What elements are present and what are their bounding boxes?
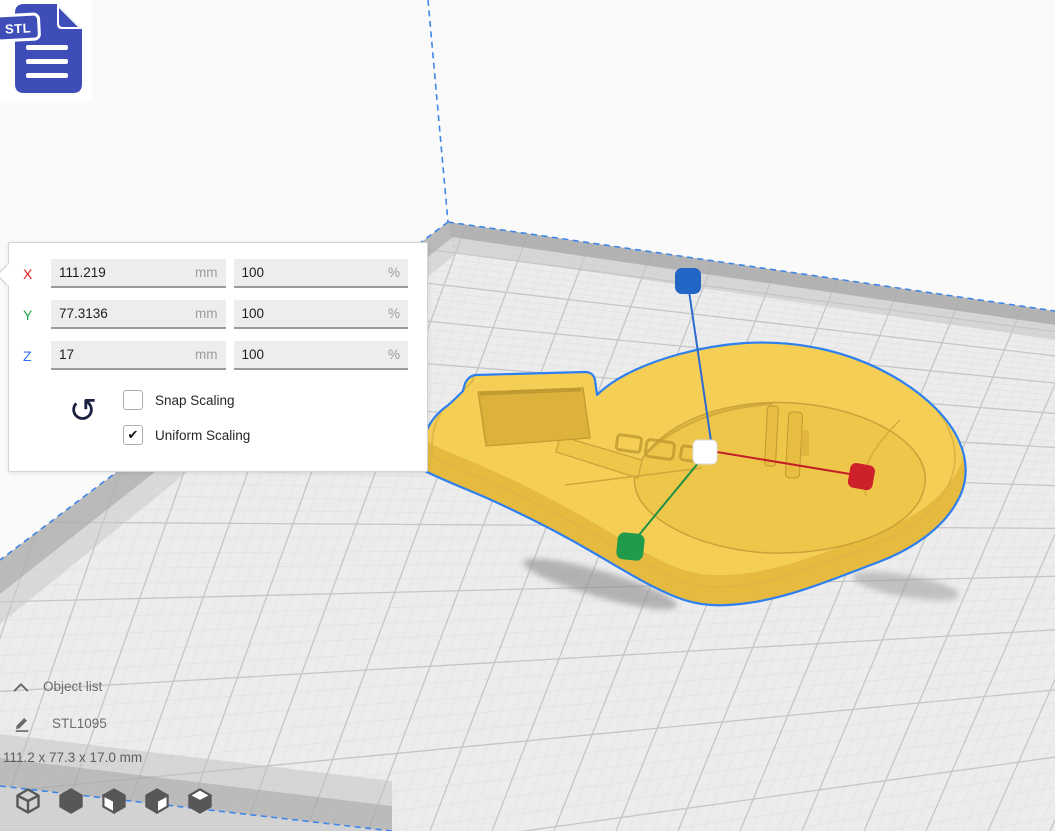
scale-y-percent-field[interactable]: 100 % xyxy=(234,300,409,329)
cube-front-icon xyxy=(56,787,86,815)
scale-row-y: Y 77.3136 mm 100 % xyxy=(23,300,408,329)
scale-tool-panel: X 111.219 mm 100 % Y 77.3136 mm 100 % Z xyxy=(8,242,428,472)
gizmo-z-handle[interactable] xyxy=(675,268,701,294)
gizmo-y-handle[interactable] xyxy=(616,532,646,562)
stl-badge: STL xyxy=(0,14,40,41)
snap-scaling-option[interactable]: ✔ Snap Scaling xyxy=(123,390,250,410)
object-item-name: STL1095 xyxy=(52,716,107,731)
scale-y-mm-value: 77.3136 xyxy=(59,306,108,321)
pencil-icon xyxy=(13,714,31,732)
percent-unit-label: % xyxy=(388,347,400,362)
uniform-scaling-checkbox[interactable]: ✔ xyxy=(123,425,143,445)
mm-unit-label: mm xyxy=(195,347,218,362)
model-cavity-headstock xyxy=(478,388,590,446)
scale-row-x: X 111.219 mm 100 % xyxy=(23,259,408,288)
view-front-button[interactable] xyxy=(56,787,86,815)
scale-y-mm-field[interactable]: 77.3136 mm xyxy=(51,300,226,329)
view-3d-button[interactable] xyxy=(13,787,43,815)
scale-z-percent-value: 100 xyxy=(242,347,265,362)
snap-scaling-label: Snap Scaling xyxy=(155,393,235,408)
camera-view-toolbar xyxy=(13,787,215,815)
cura-viewport: STL X 111.219 mm 100 % Y 77.3136 mm 100 xyxy=(0,0,1055,831)
svg-text:STL: STL xyxy=(5,20,32,36)
chevron-up-icon xyxy=(12,680,30,694)
mm-unit-label: mm xyxy=(195,306,218,321)
gizmo-x-handle[interactable] xyxy=(847,462,876,491)
model-dimensions-text: 111.2 x 77.3 x 17.0 mm xyxy=(3,750,142,765)
object-list-item[interactable]: STL1095 xyxy=(13,714,107,732)
axis-z-label: Z xyxy=(23,348,43,364)
object-list-header[interactable]: Object list xyxy=(12,679,102,694)
uniform-scaling-label: Uniform Scaling xyxy=(155,428,250,443)
scale-x-mm-field[interactable]: 111.219 mm xyxy=(51,259,226,288)
panel-tail-pointer xyxy=(0,264,9,286)
percent-unit-label: % xyxy=(388,265,400,280)
view-top-button[interactable] xyxy=(99,787,129,815)
object-list-label: Object list xyxy=(43,679,102,694)
cube-right-icon xyxy=(185,787,215,815)
view-right-button[interactable] xyxy=(185,787,215,815)
scale-x-percent-value: 100 xyxy=(242,265,265,280)
uniform-scaling-option[interactable]: ✔ Uniform Scaling xyxy=(123,425,250,445)
percent-unit-label: % xyxy=(388,306,400,321)
scale-x-percent-field[interactable]: 100 % xyxy=(234,259,409,288)
cube-3d-icon xyxy=(13,787,43,815)
snap-scaling-checkbox[interactable]: ✔ xyxy=(123,390,143,410)
scale-z-mm-value: 17 xyxy=(59,347,74,362)
scale-x-mm-value: 111.219 xyxy=(59,265,106,280)
stl-file-thumbnail: STL xyxy=(0,0,92,101)
cube-top-icon xyxy=(99,787,129,815)
check-icon: ✔ xyxy=(128,429,139,442)
cube-left-icon xyxy=(142,787,172,815)
scale-row-z: Z 17 mm 100 % xyxy=(23,341,408,370)
view-left-button[interactable] xyxy=(142,787,172,815)
stl-file-icon: STL xyxy=(0,0,92,101)
scale-z-mm-field[interactable]: 17 mm xyxy=(51,341,226,370)
reset-scale-button[interactable]: ↺ xyxy=(61,394,105,428)
axis-x-label: X xyxy=(23,266,43,282)
document-lines-icon xyxy=(26,45,68,78)
mm-unit-label: mm xyxy=(195,265,218,280)
axis-y-label: Y xyxy=(23,307,43,323)
gizmo-center-handle[interactable] xyxy=(693,440,717,464)
scale-z-percent-field[interactable]: 100 % xyxy=(234,341,409,370)
scale-y-percent-value: 100 xyxy=(242,306,265,321)
